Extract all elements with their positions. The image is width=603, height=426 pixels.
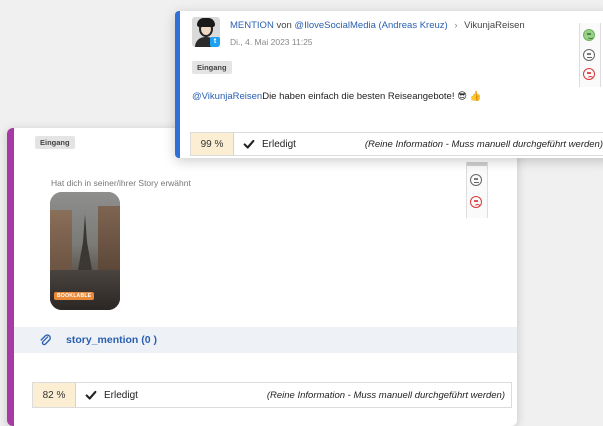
- checkmark-icon: [85, 390, 97, 400]
- story-mention-card: Eingang Hat dich in seiner/ihrer Story e…: [7, 128, 517, 426]
- message-body: @VikunjaReisenDie haben einfach die best…: [192, 91, 481, 102]
- author-link[interactable]: @IloveSocialMedia (Andreas Kreuz): [294, 20, 447, 31]
- checkmark-icon: [243, 139, 255, 149]
- neutral-face-icon[interactable]: [583, 49, 595, 61]
- message-date: Di., 4. Mai 2023 11:25: [230, 37, 313, 47]
- twitter-icon: t: [210, 37, 220, 47]
- thumbnail-street: [50, 270, 120, 310]
- from-label: von: [276, 20, 292, 31]
- status-badge: Eingang: [192, 61, 232, 74]
- info-note: (Reine Information - Muss manuell durchg…: [266, 389, 505, 401]
- attachment-link[interactable]: story_mention (0 ): [66, 334, 157, 346]
- status-badge: Eingang: [35, 136, 75, 149]
- info-note: (Reine Information - Muss manuell durchg…: [364, 138, 603, 150]
- message-type: MENTION: [230, 20, 274, 31]
- chevron-right-icon: ›: [454, 20, 458, 31]
- message-header: MENTION von @IloveSocialMedia (Andreas K…: [230, 20, 525, 31]
- paperclip-icon: [40, 334, 51, 346]
- happy-face-icon[interactable]: [583, 29, 595, 41]
- target-account: VikunjaReisen: [464, 20, 525, 31]
- attachment-row: story_mention (0 ): [14, 327, 517, 353]
- task-status-bar: 99 % Erledigt (Reine Information - Muss …: [190, 132, 603, 156]
- reaction-column: [579, 23, 601, 87]
- mention-link[interactable]: @VikunjaReisen: [192, 91, 262, 102]
- progress-percent: 99 %: [191, 133, 234, 155]
- thumbnail-tag: BOOKLABLE: [54, 292, 95, 300]
- message-text: Die haben einfach die besten Reiseangebo…: [262, 91, 482, 102]
- task-status-bar: 82 % Erledigt (Reine Information - Muss …: [32, 382, 512, 408]
- sad-face-icon[interactable]: [470, 196, 482, 208]
- neutral-face-icon[interactable]: [470, 174, 482, 186]
- done-label[interactable]: Erledigt: [104, 390, 138, 401]
- reaction-column: [466, 162, 488, 218]
- mention-card: t MENTION von @IloveSocialMedia (Andreas…: [175, 11, 603, 158]
- avatar-hair: [197, 18, 215, 27]
- sad-face-icon[interactable]: [583, 68, 595, 80]
- story-description: Hat dich in seiner/ihrer Story erwähnt: [51, 178, 191, 188]
- story-thumbnail[interactable]: BOOKLABLE: [50, 192, 120, 310]
- avatar[interactable]: t: [192, 17, 220, 47]
- done-label[interactable]: Erledigt: [262, 139, 296, 150]
- progress-percent: 82 %: [33, 383, 76, 407]
- reaction-handle: [467, 162, 487, 166]
